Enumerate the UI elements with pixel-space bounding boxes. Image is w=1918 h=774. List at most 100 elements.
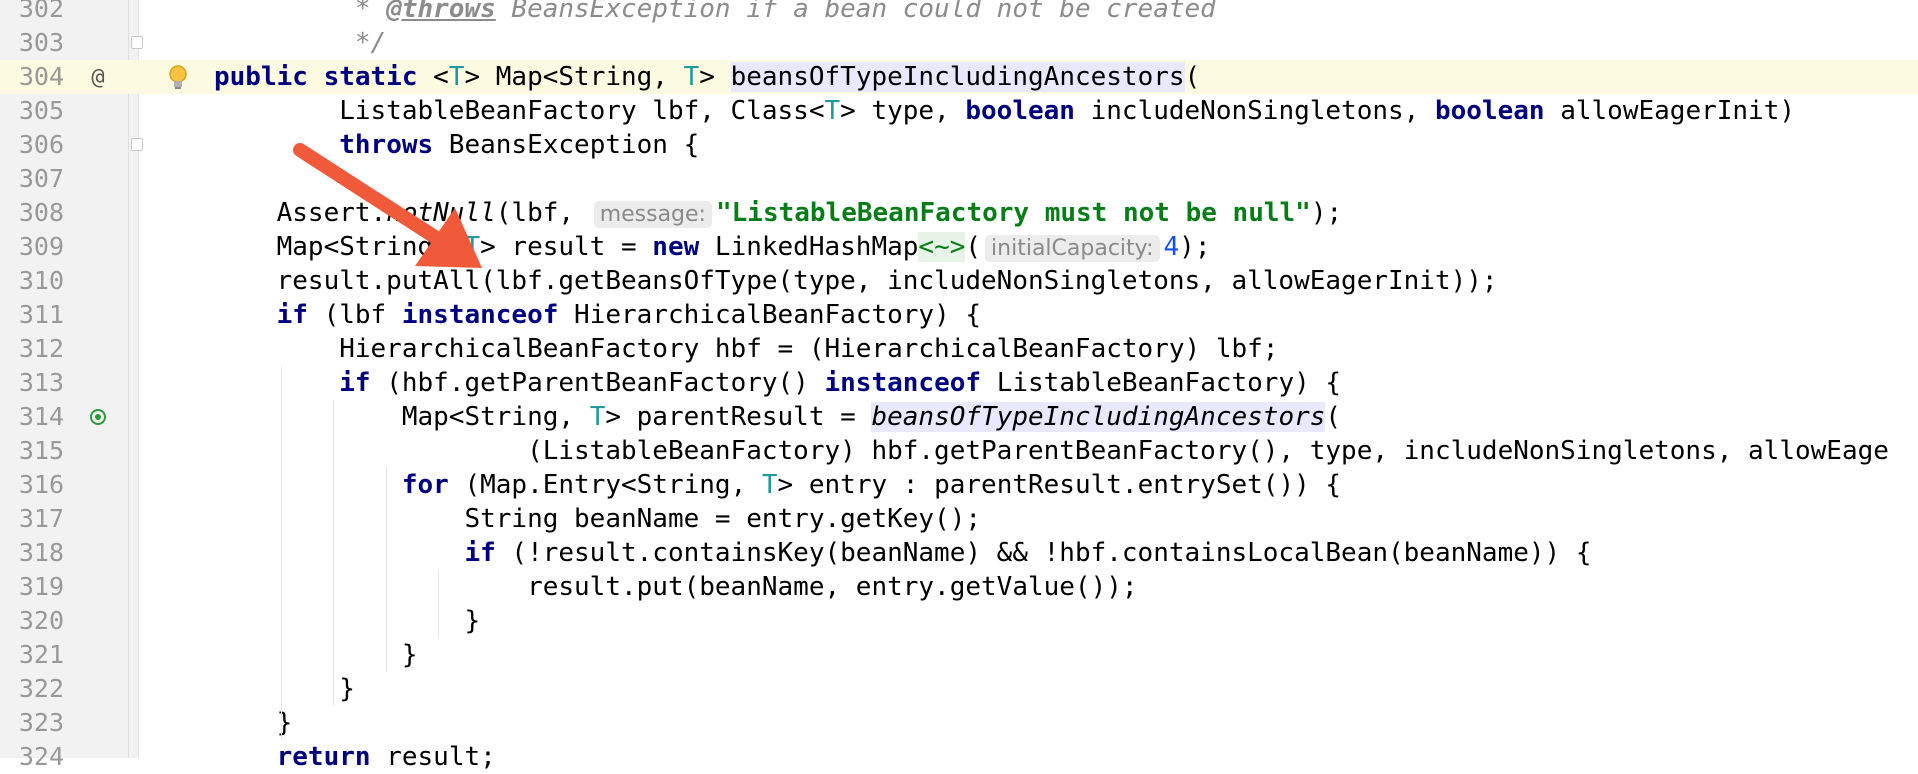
code-line[interactable]: 304 public static <T> Map<String, T> bean…: [0, 60, 1918, 94]
fold-marker-icon[interactable]: [131, 138, 143, 151]
code-text[interactable]: result.put(beanName, entry.getValue());: [214, 570, 1137, 604]
code-line[interactable]: 315 (ListableBeanFactory) hbf.getParentB…: [0, 434, 1918, 468]
line-number[interactable]: 321: [0, 638, 64, 672]
line-number[interactable]: 304: [0, 60, 64, 94]
fold-marker-icon[interactable]: [131, 36, 143, 49]
code-line[interactable]: 319 result.put(beanName, entry.getValue(…: [0, 570, 1918, 604]
code-line[interactable]: 313 if (hbf.getParentBeanFactory() insta…: [0, 366, 1918, 400]
code-line[interactable]: 311 if (lbf instanceof HierarchicalBeanF…: [0, 298, 1918, 332]
code-token: <: [433, 62, 449, 92]
line-number[interactable]: 323: [0, 706, 64, 740]
code-token: T: [464, 232, 481, 262]
line-number[interactable]: 312: [0, 332, 64, 366]
line-number[interactable]: 324: [0, 740, 64, 774]
line-number[interactable]: 318: [0, 536, 64, 570]
line-number[interactable]: 314: [0, 400, 64, 434]
line-number[interactable]: 305: [0, 94, 64, 128]
code-token: (: [965, 232, 982, 262]
code-token: );: [1310, 198, 1343, 228]
code-line[interactable]: 314 Map<String, T> parentResult = beansO…: [0, 400, 1918, 434]
code-line[interactable]: 312 HierarchicalBeanFactory hbf = (Hiera…: [0, 332, 1918, 366]
code-text[interactable]: (ListableBeanFactory) hbf.getParentBeanF…: [214, 434, 1889, 468]
code-token: notNull: [386, 198, 496, 228]
at-sign-annotation-icon[interactable]: @: [84, 60, 112, 94]
code-token: (!result.containsKey(beanName) && !hbf.c…: [495, 538, 1592, 568]
code-text[interactable]: if (lbf instanceof HierarchicalBeanFacto…: [214, 298, 981, 332]
code-line[interactable]: 324 return result;: [0, 740, 1918, 774]
indent-guide: [281, 366, 282, 740]
line-number[interactable]: 322: [0, 672, 64, 706]
code-line[interactable]: 310 result.putAll(lbf.getBeansOfType(typ…: [0, 264, 1918, 298]
code-token: */: [214, 28, 387, 58]
code-text[interactable]: Assert.notNull(lbf, message: "ListableBea…: [214, 196, 1342, 232]
line-number[interactable]: 313: [0, 366, 64, 400]
code-token: Map<String,: [214, 232, 465, 262]
line-number[interactable]: 303: [0, 26, 64, 60]
line-number[interactable]: 317: [0, 502, 64, 536]
code-token: HierarchicalBeanFactory hbf = (Hierarchi…: [214, 334, 1279, 364]
code-line[interactable]: 307: [0, 162, 1918, 196]
code-token: ListableBeanFactory lbf, Class<: [214, 96, 825, 126]
code-line[interactable]: 318 if (!result.containsKey(beanName) &&…: [0, 536, 1918, 570]
line-number[interactable]: 309: [0, 230, 64, 264]
line-number[interactable]: 306: [0, 128, 64, 162]
recursive-call-icon[interactable]: [84, 400, 112, 434]
code-token: beansOfTypeIncludingAncestors: [871, 402, 1326, 432]
code-text[interactable]: */: [214, 26, 386, 60]
line-number[interactable]: 308: [0, 196, 64, 230]
code-text[interactable]: Map<String, T> parentResult = beansOfTyp…: [214, 400, 1341, 434]
line-number[interactable]: 316: [0, 468, 64, 502]
code-token: T: [448, 62, 465, 92]
code-token: throws: [339, 130, 434, 160]
code-token: T: [589, 402, 606, 432]
code-text[interactable]: return result;: [214, 740, 496, 774]
code-token: includeNonSingletons,: [1074, 96, 1435, 126]
code-line[interactable]: 306 throws BeansException {: [0, 128, 1918, 162]
code-text[interactable]: * @throws BeansException if a bean could…: [214, 0, 1216, 26]
code-token: (: [1184, 62, 1201, 92]
code-text[interactable]: HierarchicalBeanFactory hbf = (Hierarchi…: [214, 332, 1278, 366]
code-text[interactable]: String beanName = entry.getKey();: [214, 502, 981, 536]
code-token: return: [276, 742, 371, 772]
line-number[interactable]: 307: [0, 162, 64, 196]
code-line[interactable]: 320 }: [0, 604, 1918, 638]
code-line[interactable]: 322 }: [0, 672, 1918, 706]
line-number[interactable]: 310: [0, 264, 64, 298]
code-token: > type,: [840, 96, 966, 126]
code-token: boolean: [1434, 96, 1545, 126]
code-line[interactable]: 321 }: [0, 638, 1918, 672]
line-number[interactable]: 315: [0, 434, 64, 468]
line-number[interactable]: 311: [0, 298, 64, 332]
line-number[interactable]: 319: [0, 570, 64, 604]
code-text[interactable]: result.putAll(lbf.getBeansOfType(type, i…: [214, 264, 1498, 298]
code-token: );: [1179, 232, 1211, 262]
code-token: LinkedHashMap: [699, 232, 919, 262]
code-line[interactable]: 317 String beanName = entry.getKey();: [0, 502, 1918, 536]
code-token: (Map.Entry<String,: [448, 470, 762, 500]
parameter-hint: message:: [593, 201, 712, 228]
code-token: > Map<String,: [464, 62, 684, 92]
lightbulb-intention-icon[interactable]: [165, 64, 191, 92]
code-token: > result =: [480, 232, 653, 262]
code-line[interactable]: 316 for (Map.Entry<String, T> entry : pa…: [0, 468, 1918, 502]
code-token: instanceof: [401, 300, 559, 330]
code-text[interactable]: if (!result.containsKey(beanName) && !hb…: [214, 536, 1592, 570]
code-line[interactable]: 308 Assert.notNull(lbf, message: "Listabl…: [0, 196, 1918, 230]
code-text[interactable]: for (Map.Entry<String, T> entry : parent…: [214, 468, 1341, 502]
code-line[interactable]: 302 * @throws BeansException if a bean c…: [0, 0, 1918, 26]
code-token: boolean: [965, 96, 1075, 126]
code-text[interactable]: }: [214, 604, 480, 638]
code-text[interactable]: ListableBeanFactory lbf, Class<T> type, …: [214, 94, 1795, 128]
code-line[interactable]: 309 Map<String, T> result = new LinkedHa…: [0, 230, 1918, 264]
code-text[interactable]: throws BeansException {: [214, 128, 699, 162]
code-line[interactable]: 323 }: [0, 706, 1918, 740]
code-line[interactable]: 303 */: [0, 26, 1918, 60]
code-text[interactable]: if (hbf.getParentBeanFactory() instanceo…: [214, 366, 1341, 400]
code-line[interactable]: 305 ListableBeanFactory lbf, Class<T> ty…: [0, 94, 1918, 128]
code-token: T: [824, 96, 841, 126]
code-text[interactable]: Map<String, T> result = new LinkedHashMa…: [214, 230, 1210, 266]
code-text[interactable]: public static <T> Map<String, T> beansOf…: [214, 60, 1200, 94]
line-number[interactable]: 302: [0, 0, 64, 26]
line-number[interactable]: 320: [0, 604, 64, 638]
